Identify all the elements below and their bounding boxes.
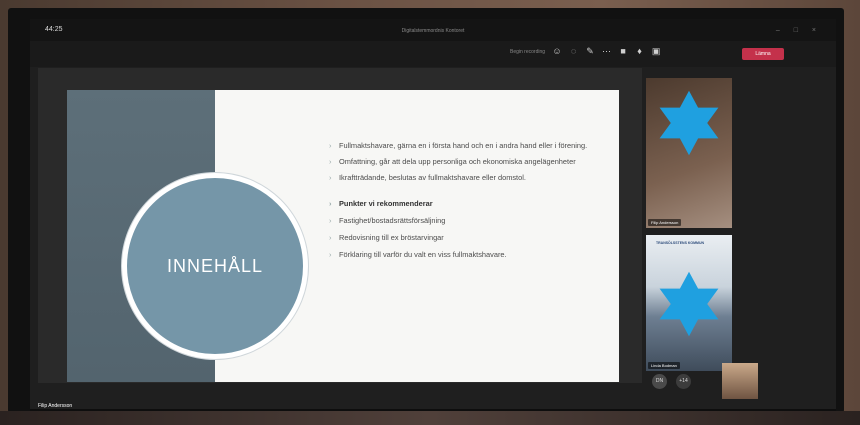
people-icon[interactable]: ☺ [550,46,564,56]
participant-name: Filip Andersson [648,219,682,226]
chat-icon[interactable]: ◌ [567,46,581,56]
slide-title-circle: INNEHÅLL [122,173,308,359]
bullet-item: Fastighet/bostadsrättsförsäljning [329,216,599,226]
toolbar-icons: ☺ ◌ ✎ ⋯ ■ ♦ ▣ [550,46,663,57]
participant-video-2[interactable]: TRANSÖLSSTENS KOMMUN Linda Bodman [646,235,732,371]
react-icon[interactable]: ✎ [583,46,597,57]
window-title: Digitalstemmordnis Kontoret [401,28,465,34]
bullet-item: Redovisning till ex bröstarvingar [329,233,599,243]
participant-video-1[interactable]: Filip Andersson [646,78,732,228]
slide-title: INNEHÅLL [166,255,264,276]
mic-icon[interactable]: ♦ [633,46,647,56]
title-bar: 44:25 Digitalstemmordnis Kontoret – □ × [30,19,836,41]
star-redaction-icon [659,90,719,156]
bullet-item: Förklaring till varför du valt en viss f… [329,250,599,260]
shared-screen: INNEHÅLL Fullmaktshavare, gärna en i för… [38,68,642,383]
avatar[interactable]: DN [652,374,667,389]
bullet-heading: Punkter vi rekommenderar [329,199,599,209]
self-view-video[interactable] [722,363,758,399]
more-participants-button[interactable]: +14 [676,374,691,389]
presentation-slide: INNEHÅLL Fullmaktshavare, gärna en i för… [67,90,619,382]
screen: 44:25 Digitalstemmordnis Kontoret – □ × … [30,19,836,423]
bullet-item: Fullmaktshavare, gärna en i första hand … [329,141,599,151]
desk-surface [0,411,860,425]
star-redaction-icon [659,271,719,337]
leave-button[interactable]: Lämna [742,48,784,60]
participant-panel: Filip Andersson TRANSÖLSSTENS KOMMUN Lin… [646,74,732,404]
camera-icon[interactable]: ■ [616,46,630,56]
window-controls[interactable]: – □ × [776,27,822,34]
slide-bullets: Fullmaktshavare, gärna en i första hand … [329,141,599,267]
monitor: 44:25 Digitalstemmordnis Kontoret – □ × … [8,8,844,423]
more-icon[interactable]: ⋯ [600,46,614,57]
participant-name: Linda Bodman [648,362,680,369]
bullet-item: Omfattning, går att dela upp personliga … [329,157,599,167]
bullet-item: Ikraftträdande, beslutas av fullmaktshav… [329,173,599,183]
organization-logo: TRANSÖLSSTENS KOMMUN [656,241,705,245]
share-icon[interactable]: ▣ [649,46,663,57]
recording-label[interactable]: Begin recording [510,49,545,55]
meeting-toolbar: Begin recording ☺ ◌ ✎ ⋯ ■ ♦ ▣ Lämna [30,41,836,67]
